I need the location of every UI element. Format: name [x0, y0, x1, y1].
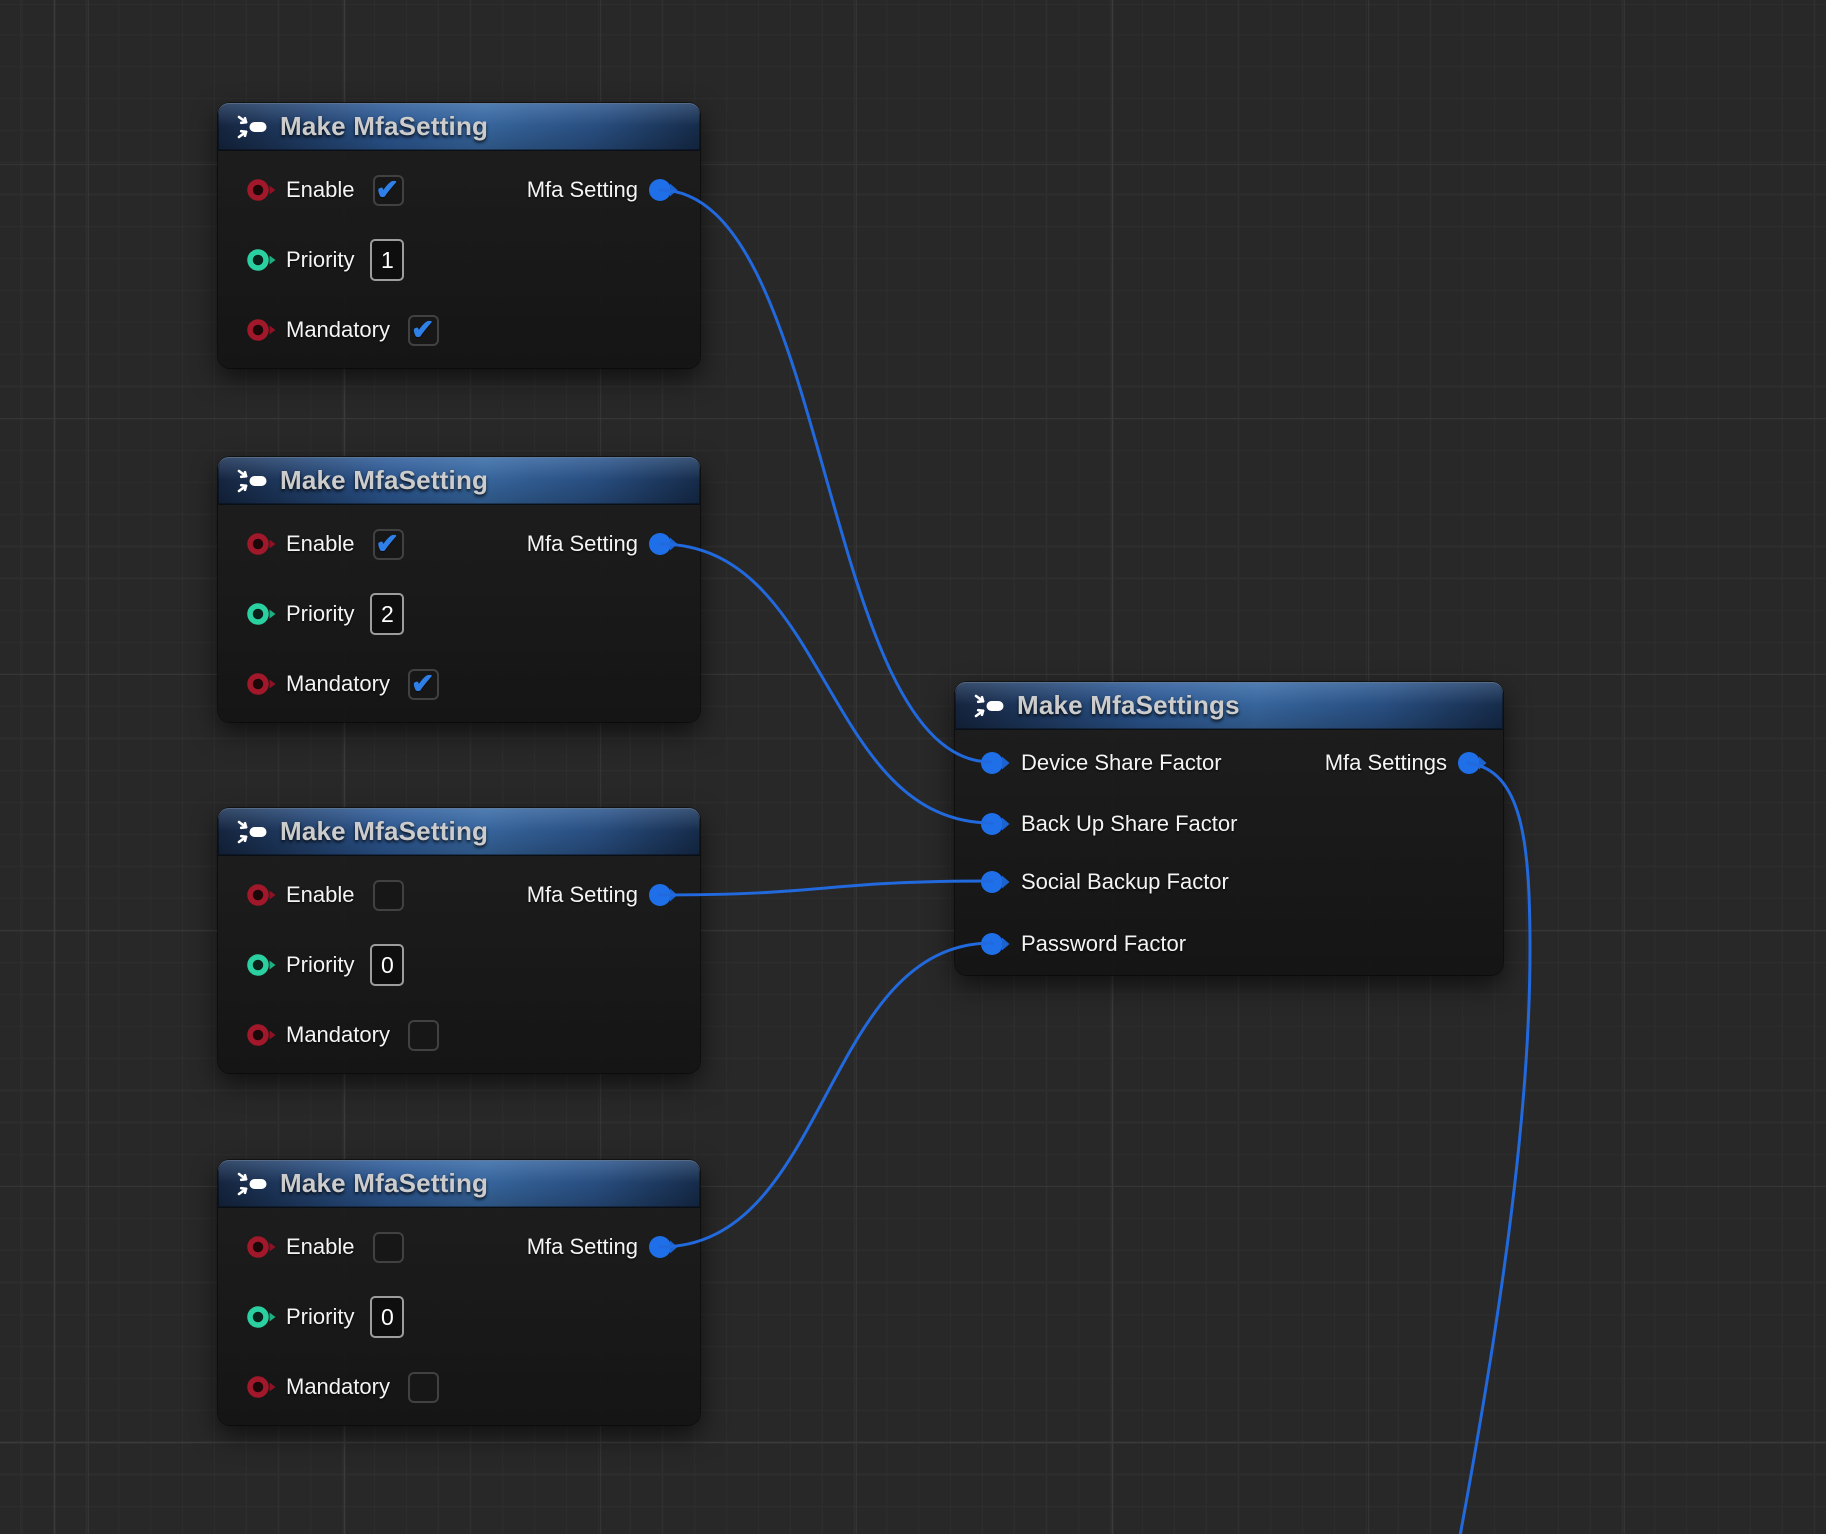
- node-header[interactable]: Make MfaSetting: [218, 103, 700, 151]
- priority-input[interactable]: 0: [370, 944, 404, 986]
- enable-pin-icon[interactable]: [246, 882, 276, 908]
- make-mfasetting-node-2[interactable]: Make MfaSetting Enable Priority 2 Mandat…: [218, 457, 700, 722]
- mandatory-checkbox[interactable]: [408, 1372, 439, 1403]
- wire-mfasetting1-to-device-share-factor[interactable]: [660, 190, 991, 762]
- make-struct-icon: [236, 819, 270, 845]
- enable-pin-icon[interactable]: [246, 177, 276, 203]
- pin-label: Mfa Setting: [527, 177, 638, 203]
- pin-label: Priority: [286, 601, 354, 627]
- graph-canvas[interactable]: Make MfaSetting Enable Priority 1 Mandat…: [0, 0, 1826, 1534]
- mandatory-pin-icon[interactable]: [246, 671, 276, 697]
- node-title: Make MfaSettings: [1017, 690, 1240, 721]
- wire-mfasetting3-to-social-backup-factor[interactable]: [660, 881, 992, 895]
- enable-checkbox[interactable]: [373, 1232, 404, 1263]
- priority-pin-icon[interactable]: [246, 1304, 276, 1330]
- node-header[interactable]: Make MfaSetting: [218, 1160, 700, 1208]
- priority-pin-icon[interactable]: [246, 601, 276, 627]
- pin-label: Mfa Setting: [527, 531, 638, 557]
- pin-label: Mandatory: [286, 1022, 390, 1048]
- make-mfasetting-node-4[interactable]: Make MfaSetting Enable Priority 0 Mandat…: [218, 1160, 700, 1425]
- pin-label: Mfa Setting: [527, 1234, 638, 1260]
- enable-pin-icon[interactable]: [246, 531, 276, 557]
- node-title: Make MfaSetting: [280, 111, 488, 142]
- pin-label: Back Up Share Factor: [1021, 811, 1237, 837]
- make-struct-icon: [236, 114, 270, 140]
- node-title: Make MfaSetting: [280, 465, 488, 496]
- wire-mfasetting4-to-password-factor[interactable]: [660, 943, 992, 1247]
- mandatory-pin-icon[interactable]: [246, 1374, 276, 1400]
- mandatory-pin-icon[interactable]: [246, 1022, 276, 1048]
- node-header[interactable]: Make MfaSettings: [955, 682, 1503, 730]
- pin-label: Mfa Setting: [527, 882, 638, 908]
- node-title: Make MfaSetting: [280, 816, 488, 847]
- pin-label: Enable: [286, 1234, 355, 1260]
- wire-mfasetting2-to-backup-share-factor[interactable]: [660, 544, 992, 823]
- pin-label: Enable: [286, 531, 355, 557]
- make-struct-icon: [236, 468, 270, 494]
- node-title: Make MfaSetting: [280, 1168, 488, 1199]
- enable-pin-icon[interactable]: [246, 1234, 276, 1260]
- mandatory-pin-icon[interactable]: [246, 317, 276, 343]
- priority-pin-icon[interactable]: [246, 247, 276, 273]
- mandatory-checkbox[interactable]: [408, 315, 439, 346]
- pin-label: Mfa Settings: [1325, 750, 1447, 776]
- priority-input[interactable]: 0: [370, 1296, 404, 1338]
- pin-label: Password Factor: [1021, 931, 1186, 957]
- make-mfasetting-node-3[interactable]: Make MfaSetting Enable Priority 0 Mandat…: [218, 808, 700, 1073]
- make-mfasetting-node-1[interactable]: Make MfaSetting Enable Priority 1 Mandat…: [218, 103, 700, 368]
- enable-checkbox[interactable]: [373, 529, 404, 560]
- make-struct-icon: [236, 1171, 270, 1197]
- priority-input[interactable]: 1: [370, 239, 404, 281]
- pin-label: Device Share Factor: [1021, 750, 1222, 776]
- pin-label: Social Backup Factor: [1021, 869, 1229, 895]
- pin-label: Mandatory: [286, 671, 390, 697]
- make-mfasettings-node[interactable]: Make MfaSettings Device Share Factor Bac…: [955, 682, 1503, 975]
- node-header[interactable]: Make MfaSetting: [218, 457, 700, 505]
- pin-label: Priority: [286, 247, 354, 273]
- pin-label: Mandatory: [286, 317, 390, 343]
- enable-checkbox[interactable]: [373, 880, 404, 911]
- pin-label: Enable: [286, 177, 355, 203]
- make-struct-icon: [973, 693, 1007, 719]
- priority-input[interactable]: 2: [370, 593, 404, 635]
- priority-pin-icon[interactable]: [246, 952, 276, 978]
- mandatory-checkbox[interactable]: [408, 1020, 439, 1051]
- pin-label: Priority: [286, 1304, 354, 1330]
- enable-checkbox[interactable]: [373, 175, 404, 206]
- pin-label: Enable: [286, 882, 355, 908]
- node-header[interactable]: Make MfaSetting: [218, 808, 700, 856]
- pin-label: Mandatory: [286, 1374, 390, 1400]
- mandatory-checkbox[interactable]: [408, 669, 439, 700]
- pin-label: Priority: [286, 952, 354, 978]
